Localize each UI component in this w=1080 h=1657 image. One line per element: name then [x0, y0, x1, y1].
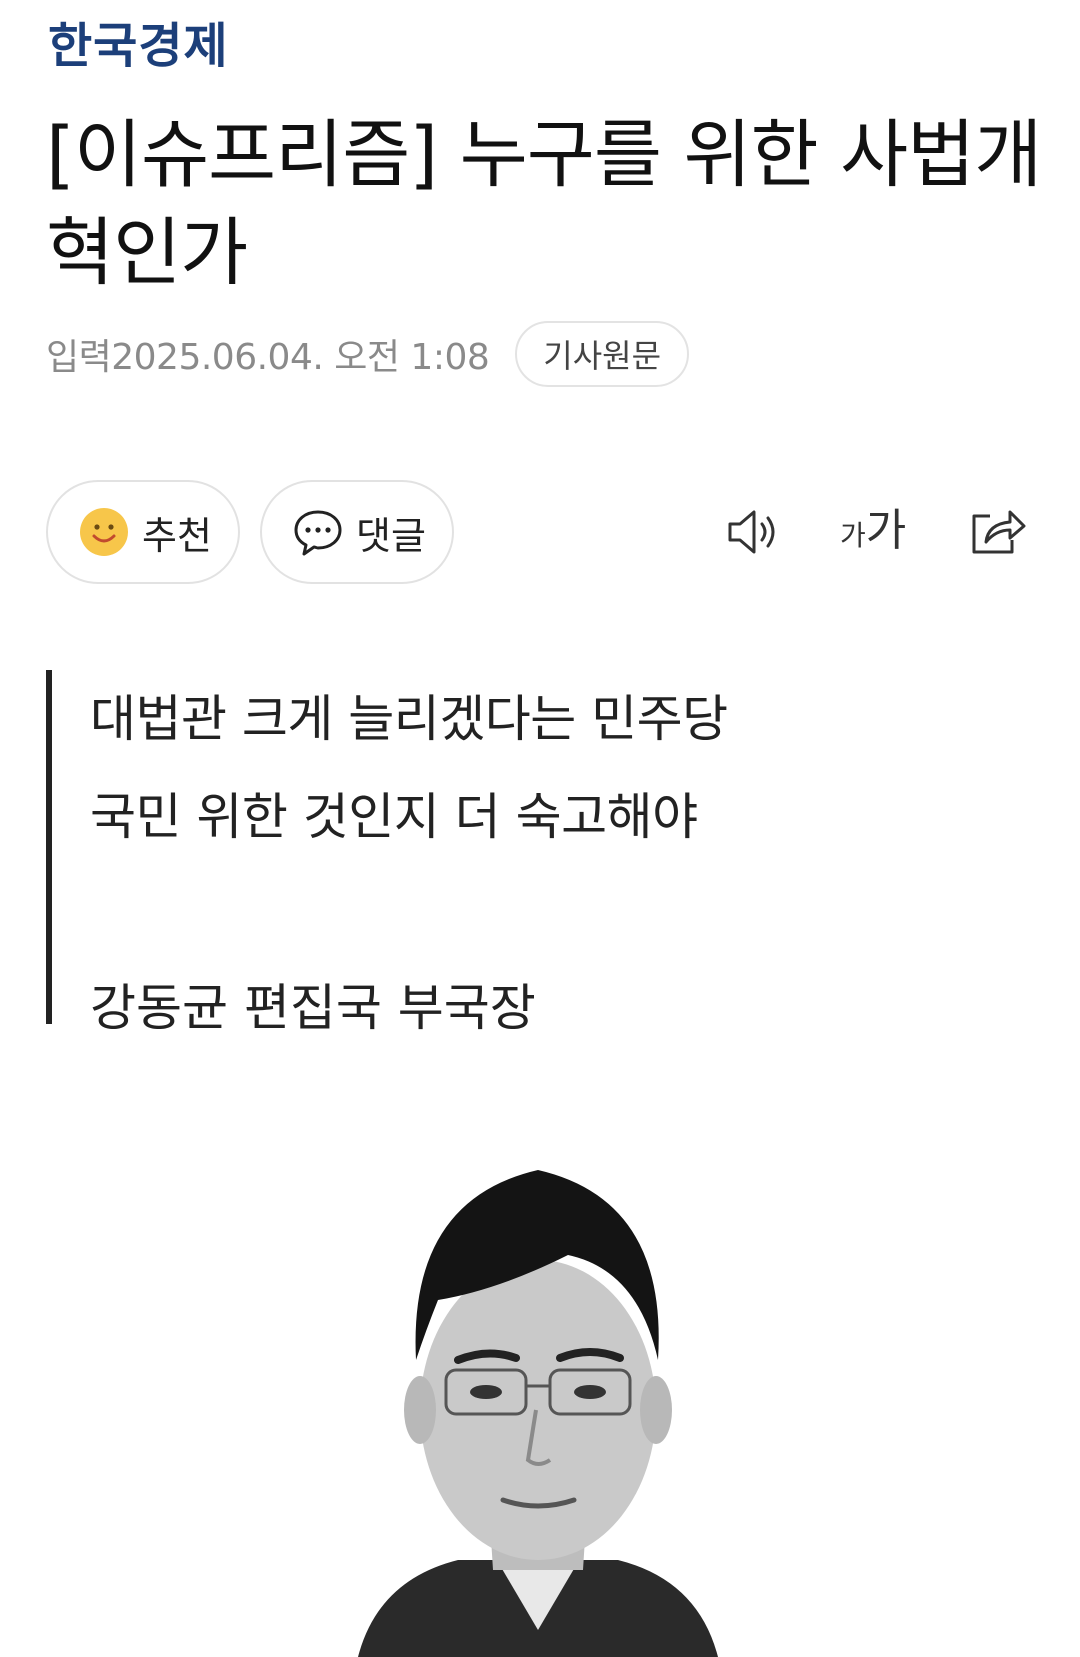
- comment-label: 댓글: [356, 513, 426, 558]
- article-summary: 대법관 크게 늘리겠다는 민주당 국민 위한 것인지 더 숙고해야 강동균 편집…: [46, 670, 1006, 1037]
- font-size-small-label: 가: [840, 519, 866, 552]
- publish-date: 입력2025.06.04. 오전 1:08: [46, 337, 490, 378]
- original-article-button[interactable]: 기사원문: [515, 321, 690, 387]
- like-label: 추천: [142, 513, 212, 558]
- action-bar: 추천 댓글 가가: [46, 480, 1032, 584]
- share-icon[interactable]: [966, 500, 1030, 564]
- speaker-icon[interactable]: [720, 500, 784, 564]
- publisher-logo[interactable]: 한국경제: [48, 6, 229, 76]
- author-photo: [338, 1160, 738, 1657]
- article-meta: 입력2025.06.04. 오전 1:08 기사원문: [46, 318, 690, 390]
- summary-line: 국민 위한 것인지 더 숙고해야: [90, 788, 698, 846]
- summary-line: 대법관 크게 늘리겠다는 민주당: [90, 690, 728, 748]
- font-size-icon[interactable]: 가가: [840, 494, 920, 558]
- comment-button[interactable]: 댓글: [260, 480, 454, 584]
- smile-icon: [80, 508, 128, 556]
- original-article-label: 기사원문: [543, 337, 662, 375]
- article-headline: [이슈프리즘] 누구를 위한 사법개혁인가: [46, 112, 1042, 296]
- speech-bubble-icon: [294, 510, 342, 556]
- like-button[interactable]: 추천: [46, 480, 240, 584]
- author-byline: 강동균 편집국 부국장: [90, 979, 536, 1037]
- font-size-large-label: 가: [865, 505, 907, 556]
